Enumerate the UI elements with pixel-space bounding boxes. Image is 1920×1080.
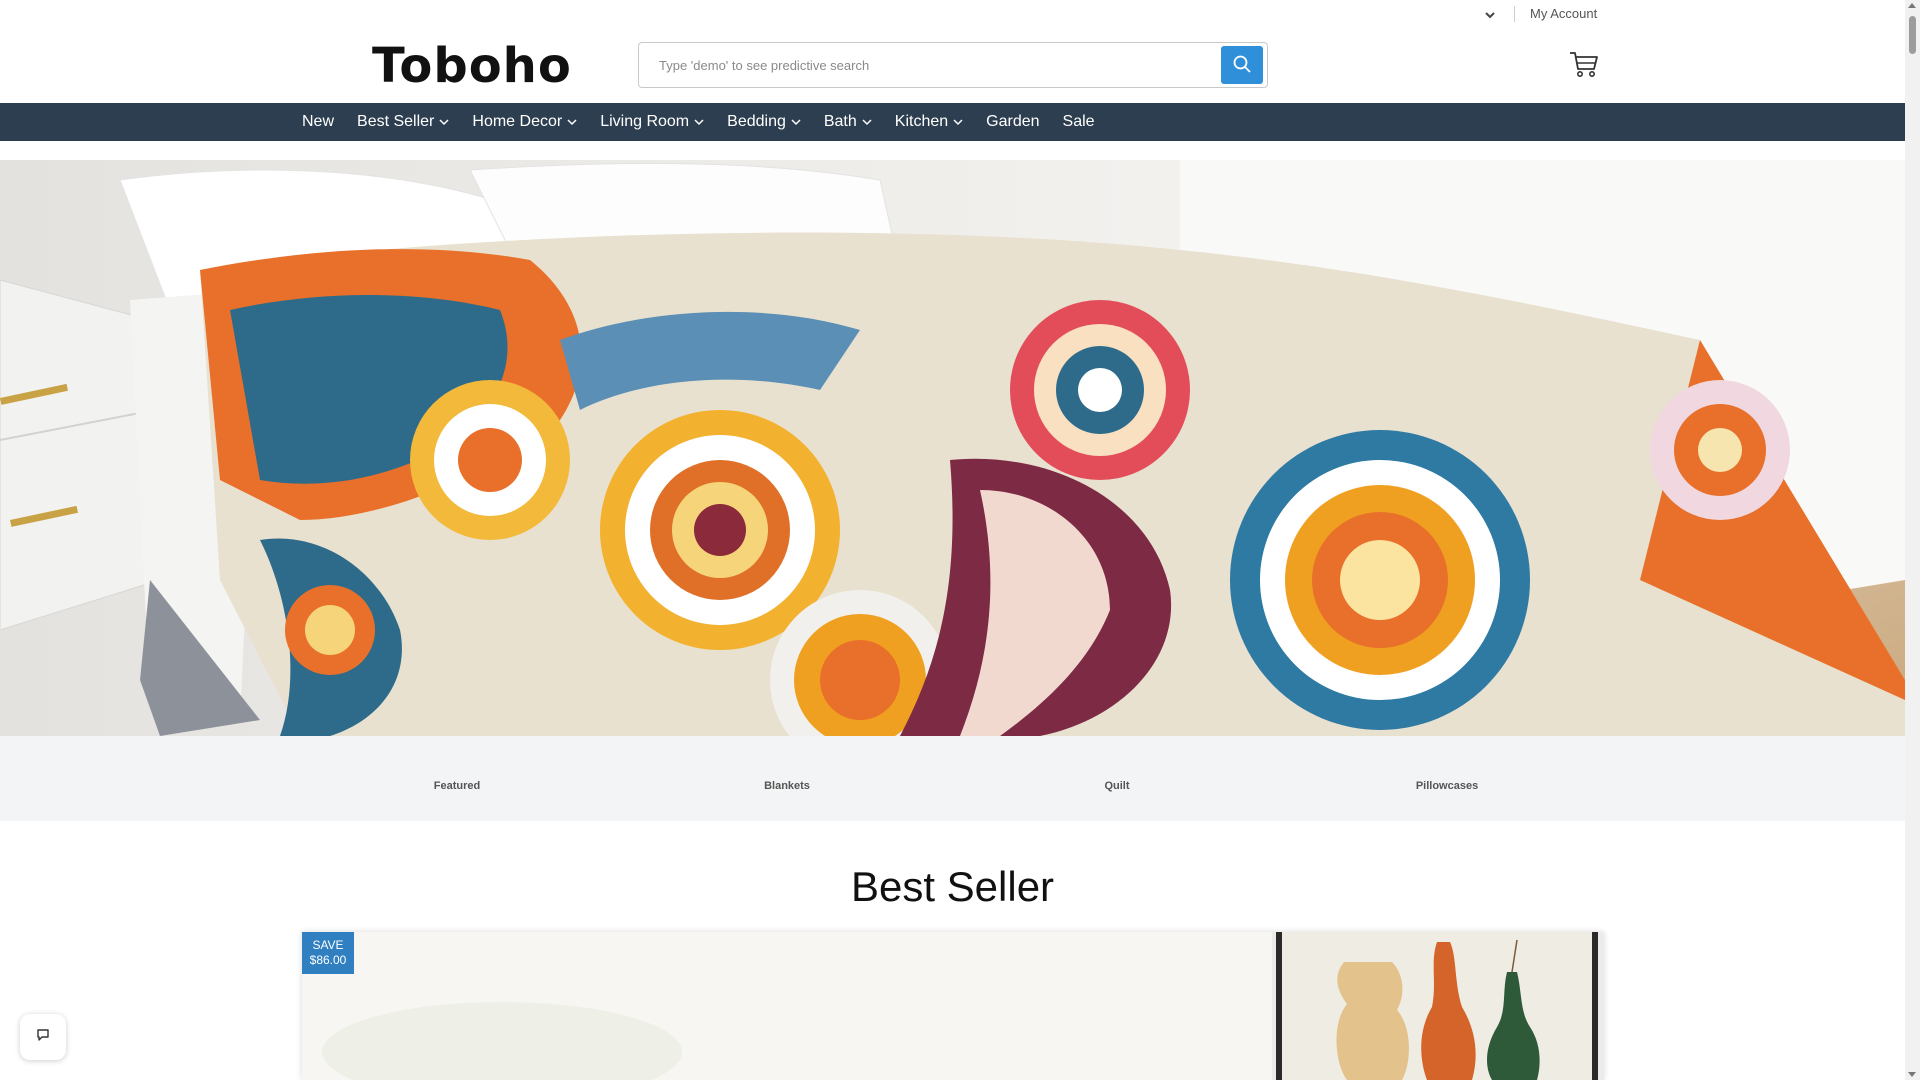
nav-item-home-decor[interactable]: Home Decor bbox=[472, 113, 577, 131]
section-title: Best Seller bbox=[850, 863, 1055, 910]
hero-image bbox=[0, 160, 1905, 736]
main-nav: New Best Seller Home Decor Living Room Beddi… bbox=[0, 103, 1905, 141]
category-featured[interactable]: Featured bbox=[434, 780, 480, 792]
my-account-link[interactable]: My Account bbox=[1530, 6, 1597, 21]
nav-item-label: Garden bbox=[986, 113, 1040, 130]
search-input[interactable] bbox=[639, 43, 1219, 87]
nav-item-label: New bbox=[302, 113, 335, 130]
category-blankets[interactable]: Blankets bbox=[764, 780, 810, 792]
nav-item-label: Best Seller bbox=[357, 113, 435, 130]
save-badge-amount: $86.00 bbox=[309, 953, 347, 967]
scroll-thumb[interactable] bbox=[1909, 16, 1916, 54]
nav-item-label: Sale bbox=[1062, 113, 1095, 130]
category-strip: Featured Blankets Quilt Pillowcases bbox=[0, 736, 1905, 821]
nav-item-living-room[interactable]: Living Room bbox=[600, 113, 704, 131]
nav-list: New Best Seller Home Decor Living Room Beddi… bbox=[302, 103, 1118, 141]
nav-item-kitchen[interactable]: Kitchen bbox=[895, 113, 963, 131]
nav-item-bedding[interactable]: Bedding bbox=[727, 113, 801, 131]
chevron-down-icon bbox=[567, 113, 577, 131]
chat-button[interactable] bbox=[20, 1014, 66, 1060]
scroll-down-arrow-icon[interactable] bbox=[1908, 1072, 1916, 1077]
site-logo[interactable]: Toboho bbox=[372, 38, 572, 94]
nav-item-garden[interactable]: Garden bbox=[986, 113, 1039, 131]
chat-icon bbox=[36, 1028, 50, 1047]
nav-item-best-seller[interactable]: Best Seller bbox=[357, 113, 449, 131]
product-card[interactable] bbox=[302, 932, 1604, 1080]
scroll-up-arrow-icon[interactable] bbox=[1908, 3, 1916, 8]
nav-item-label: Home Decor bbox=[472, 113, 563, 130]
category-pillowcases[interactable]: Pillowcases bbox=[1416, 780, 1478, 792]
nav-item-bath[interactable]: Bath bbox=[824, 113, 872, 131]
category-quilt[interactable]: Quilt bbox=[1104, 780, 1129, 792]
utility-divider bbox=[1514, 6, 1515, 22]
chevron-down-icon[interactable] bbox=[1482, 6, 1498, 24]
chevron-down-icon bbox=[694, 113, 704, 131]
search-button[interactable] bbox=[1221, 46, 1263, 84]
cart-icon bbox=[1568, 52, 1600, 84]
product-image bbox=[302, 932, 1604, 1080]
chevron-down-icon bbox=[791, 113, 801, 131]
page-scrollbar[interactable] bbox=[1905, 0, 1920, 1080]
search-bar bbox=[638, 42, 1268, 88]
nav-item-label: Bath bbox=[823, 113, 857, 130]
chevron-down-icon bbox=[953, 113, 963, 131]
nav-item-label: Bedding bbox=[727, 113, 786, 130]
nav-item-new[interactable]: New bbox=[302, 113, 334, 131]
nav-item-sale[interactable]: Sale bbox=[1063, 113, 1095, 131]
nav-item-label: Living Room bbox=[600, 113, 690, 130]
cart-button[interactable] bbox=[1568, 48, 1600, 80]
save-badge-label: SAVE bbox=[312, 938, 344, 952]
chevron-down-icon bbox=[862, 113, 872, 131]
chevron-down-icon bbox=[439, 113, 449, 131]
hero-banner[interactable] bbox=[0, 160, 1905, 736]
search-icon bbox=[1232, 54, 1252, 77]
save-badge: SAVE $86.00 bbox=[302, 932, 354, 974]
nav-item-label: Kitchen bbox=[894, 113, 949, 130]
utility-bar: My Account bbox=[0, 0, 1905, 28]
